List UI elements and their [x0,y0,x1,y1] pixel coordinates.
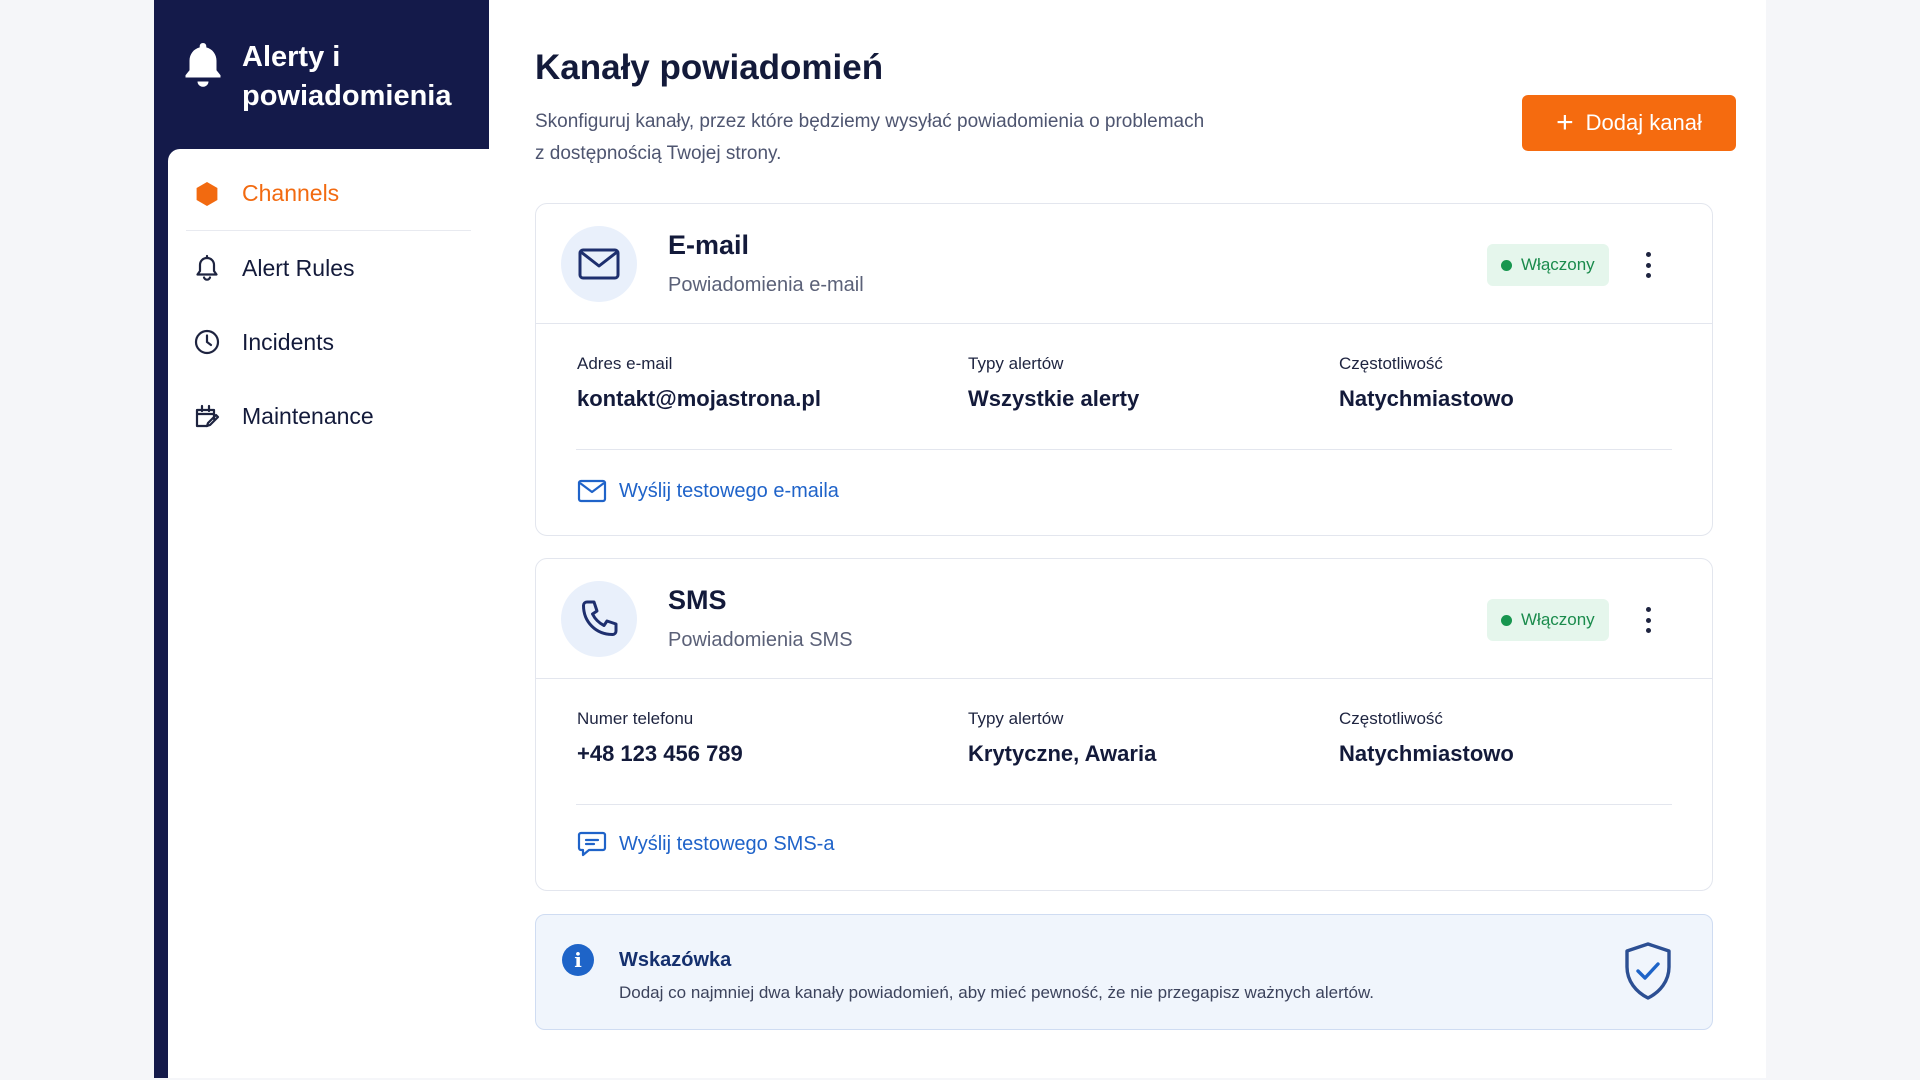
shield-check-icon [1625,942,1671,1000]
field-value: +48 123 456 789 [577,741,743,766]
more-options-icon[interactable] [1636,603,1660,637]
field-label: Typy alertów [968,354,1064,373]
channel-fields: Numer telefonu +48 123 456 789 Typy aler… [576,679,1672,805]
status-dot-icon [1501,614,1512,626]
field-email-address: Adres e-mail kontakt@mojastrona.pl [577,354,821,412]
sidebar-item-label: Incidents [242,328,335,355]
field-value: Natychmiastowo [1339,741,1514,766]
sidebar-item-label: Maintenance [242,402,374,429]
channel-name: SMS [668,585,727,615]
field-label: Typy alertów [968,709,1064,728]
field-label: Częstotliwość [1339,709,1443,728]
sidebar-header: Alerty i powiadomienia [154,0,489,149]
envelope-icon [561,226,637,302]
page-subtitle: Skonfiguruj kanały, przez które będziemy… [535,111,1205,164]
bell-icon [192,253,222,283]
field-frequency: Częstotliwość Natychmiastowo [1339,354,1514,412]
more-options-icon[interactable] [1636,248,1660,282]
channel-card-sms: SMS Powiadomienia SMS Włączony Numer tel… [535,558,1713,891]
app-window: Alerty i powiadomienia Channels Alert Ru… [154,0,1766,1078]
add-channel-button[interactable]: + Dodaj kanał [1522,95,1736,151]
sidebar-item-channels[interactable]: Channels [186,157,471,231]
sidebar-title: Alerty i powiadomienia [242,41,452,112]
channel-name: E-mail [668,230,750,260]
status-badge: Włączony [1487,244,1609,286]
field-frequency: Częstotliwość Natychmiastowo [1339,709,1514,767]
sidebar-item-label: Alert Rules [242,254,355,281]
sidebar-item-alert-rules[interactable]: Alert Rules [186,231,471,305]
bell-icon [185,43,221,87]
send-test-sms-link[interactable]: Wyślij testowego SMS-a [577,830,834,858]
channel-card-header: E-mail Powiadomienia e-mail Włączony [536,204,1712,324]
sidebar: Alerty i powiadomienia Channels Alert Ru… [154,0,489,1078]
status-badge: Włączony [1487,599,1609,641]
status-label: Włączony [1521,255,1595,274]
clock-icon [192,327,222,357]
field-label: Numer telefonu [577,709,694,728]
field-alert-types: Typy alertów Krytyczne, Awaria [968,709,1156,767]
sidebar-item-label: Channels [242,180,340,206]
send-test-sms-label: Wyślij testowego SMS-a [619,832,835,855]
main-content: Kanały powiadomień Skonfiguruj kanały, p… [489,0,1766,1078]
plus-icon: + [1556,106,1574,139]
field-label: Adres e-mail [577,354,673,373]
channel-description: Powiadomienia e-mail [668,274,864,296]
wrench-calendar-icon [192,401,222,431]
field-value: Krytyczne, Awaria [968,741,1157,766]
send-test-email-label: Wyślij testowego e-maila [619,479,839,502]
hexagon-icon [192,179,222,209]
phone-icon [561,581,637,657]
channel-card-header: SMS Powiadomienia SMS Włączony [536,559,1712,679]
field-alert-types: Typy alertów Wszystkie alerty [968,354,1139,412]
info-icon: i [562,944,594,976]
sidebar-item-incidents[interactable]: Incidents [186,305,471,379]
sidebar-item-maintenance[interactable]: Maintenance [186,379,471,453]
field-value: Natychmiastowo [1339,386,1514,411]
status-dot-icon [1501,259,1512,271]
channel-fields: Adres e-mail kontakt@mojastrona.pl Typy … [576,324,1672,450]
sidebar-nav: Channels Alert Rules Incidents Maintenan… [168,149,489,1078]
envelope-icon [577,479,607,503]
add-channel-label: Dodaj kanał [1585,110,1702,135]
status-label: Włączony [1521,610,1595,629]
field-value: kontakt@mojastrona.pl [577,386,821,411]
tip-title: Wskazówka [619,949,732,971]
field-value: Wszystkie alerty [968,386,1140,411]
channel-description: Powiadomienia SMS [668,629,853,651]
channel-card-email: E-mail Powiadomienia e-mail Włączony Adr… [535,203,1713,536]
chat-bubble-icon [577,831,607,857]
field-label: Częstotliwość [1339,354,1443,373]
field-phone-number: Numer telefonu +48 123 456 789 [577,709,743,767]
tip-text: Dodaj co najmniej dwa kanały powiadomień… [619,983,1375,1002]
page-title: Kanały powiadomień [535,48,884,87]
send-test-email-link[interactable]: Wyślij testowego e-maila [577,479,839,503]
tip-box: i Wskazówka Dodaj co najmniej dwa kanały… [535,914,1713,1030]
